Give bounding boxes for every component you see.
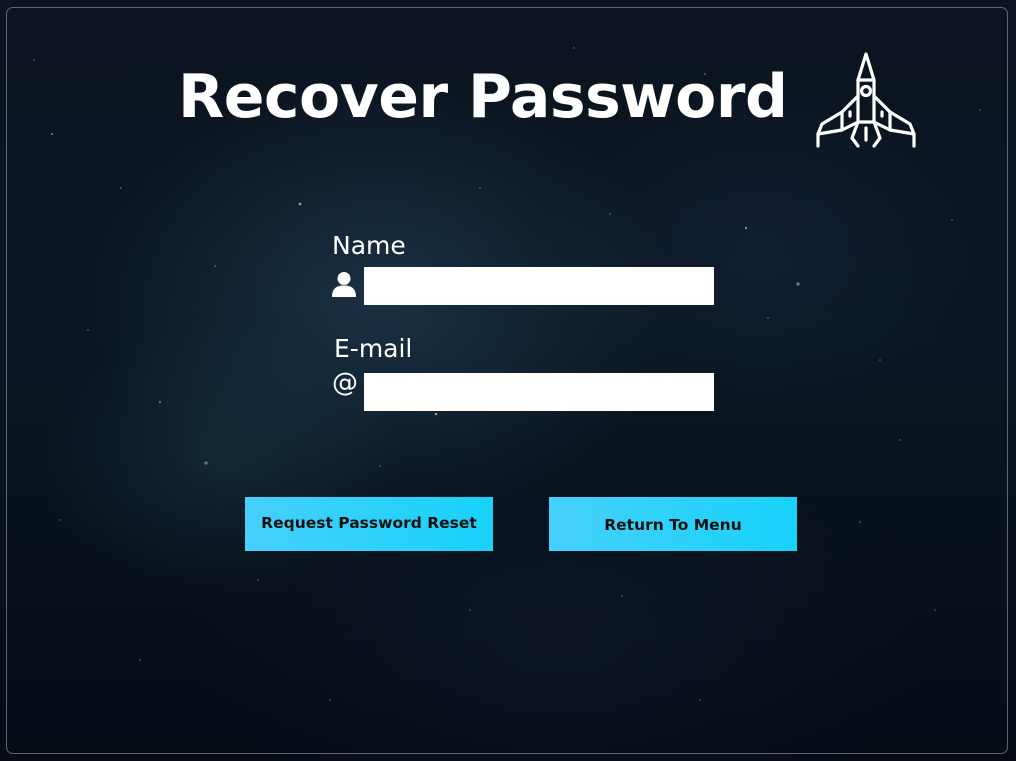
name-label: Name: [332, 231, 406, 260]
at-sign-icon: @: [332, 368, 358, 398]
email-label: E-mail: [334, 334, 413, 363]
recover-password-screen: Recover Password Name E-mail @ Request P…: [0, 0, 1016, 761]
rocket-icon: [816, 52, 916, 148]
page-title: Recover Password: [178, 62, 788, 132]
email-input[interactable]: [364, 373, 714, 411]
user-icon: [332, 272, 356, 297]
name-input[interactable]: [364, 267, 714, 305]
return-to-menu-button[interactable]: Return To Menu: [549, 497, 797, 551]
request-password-reset-button[interactable]: Request Password Reset: [245, 497, 493, 551]
